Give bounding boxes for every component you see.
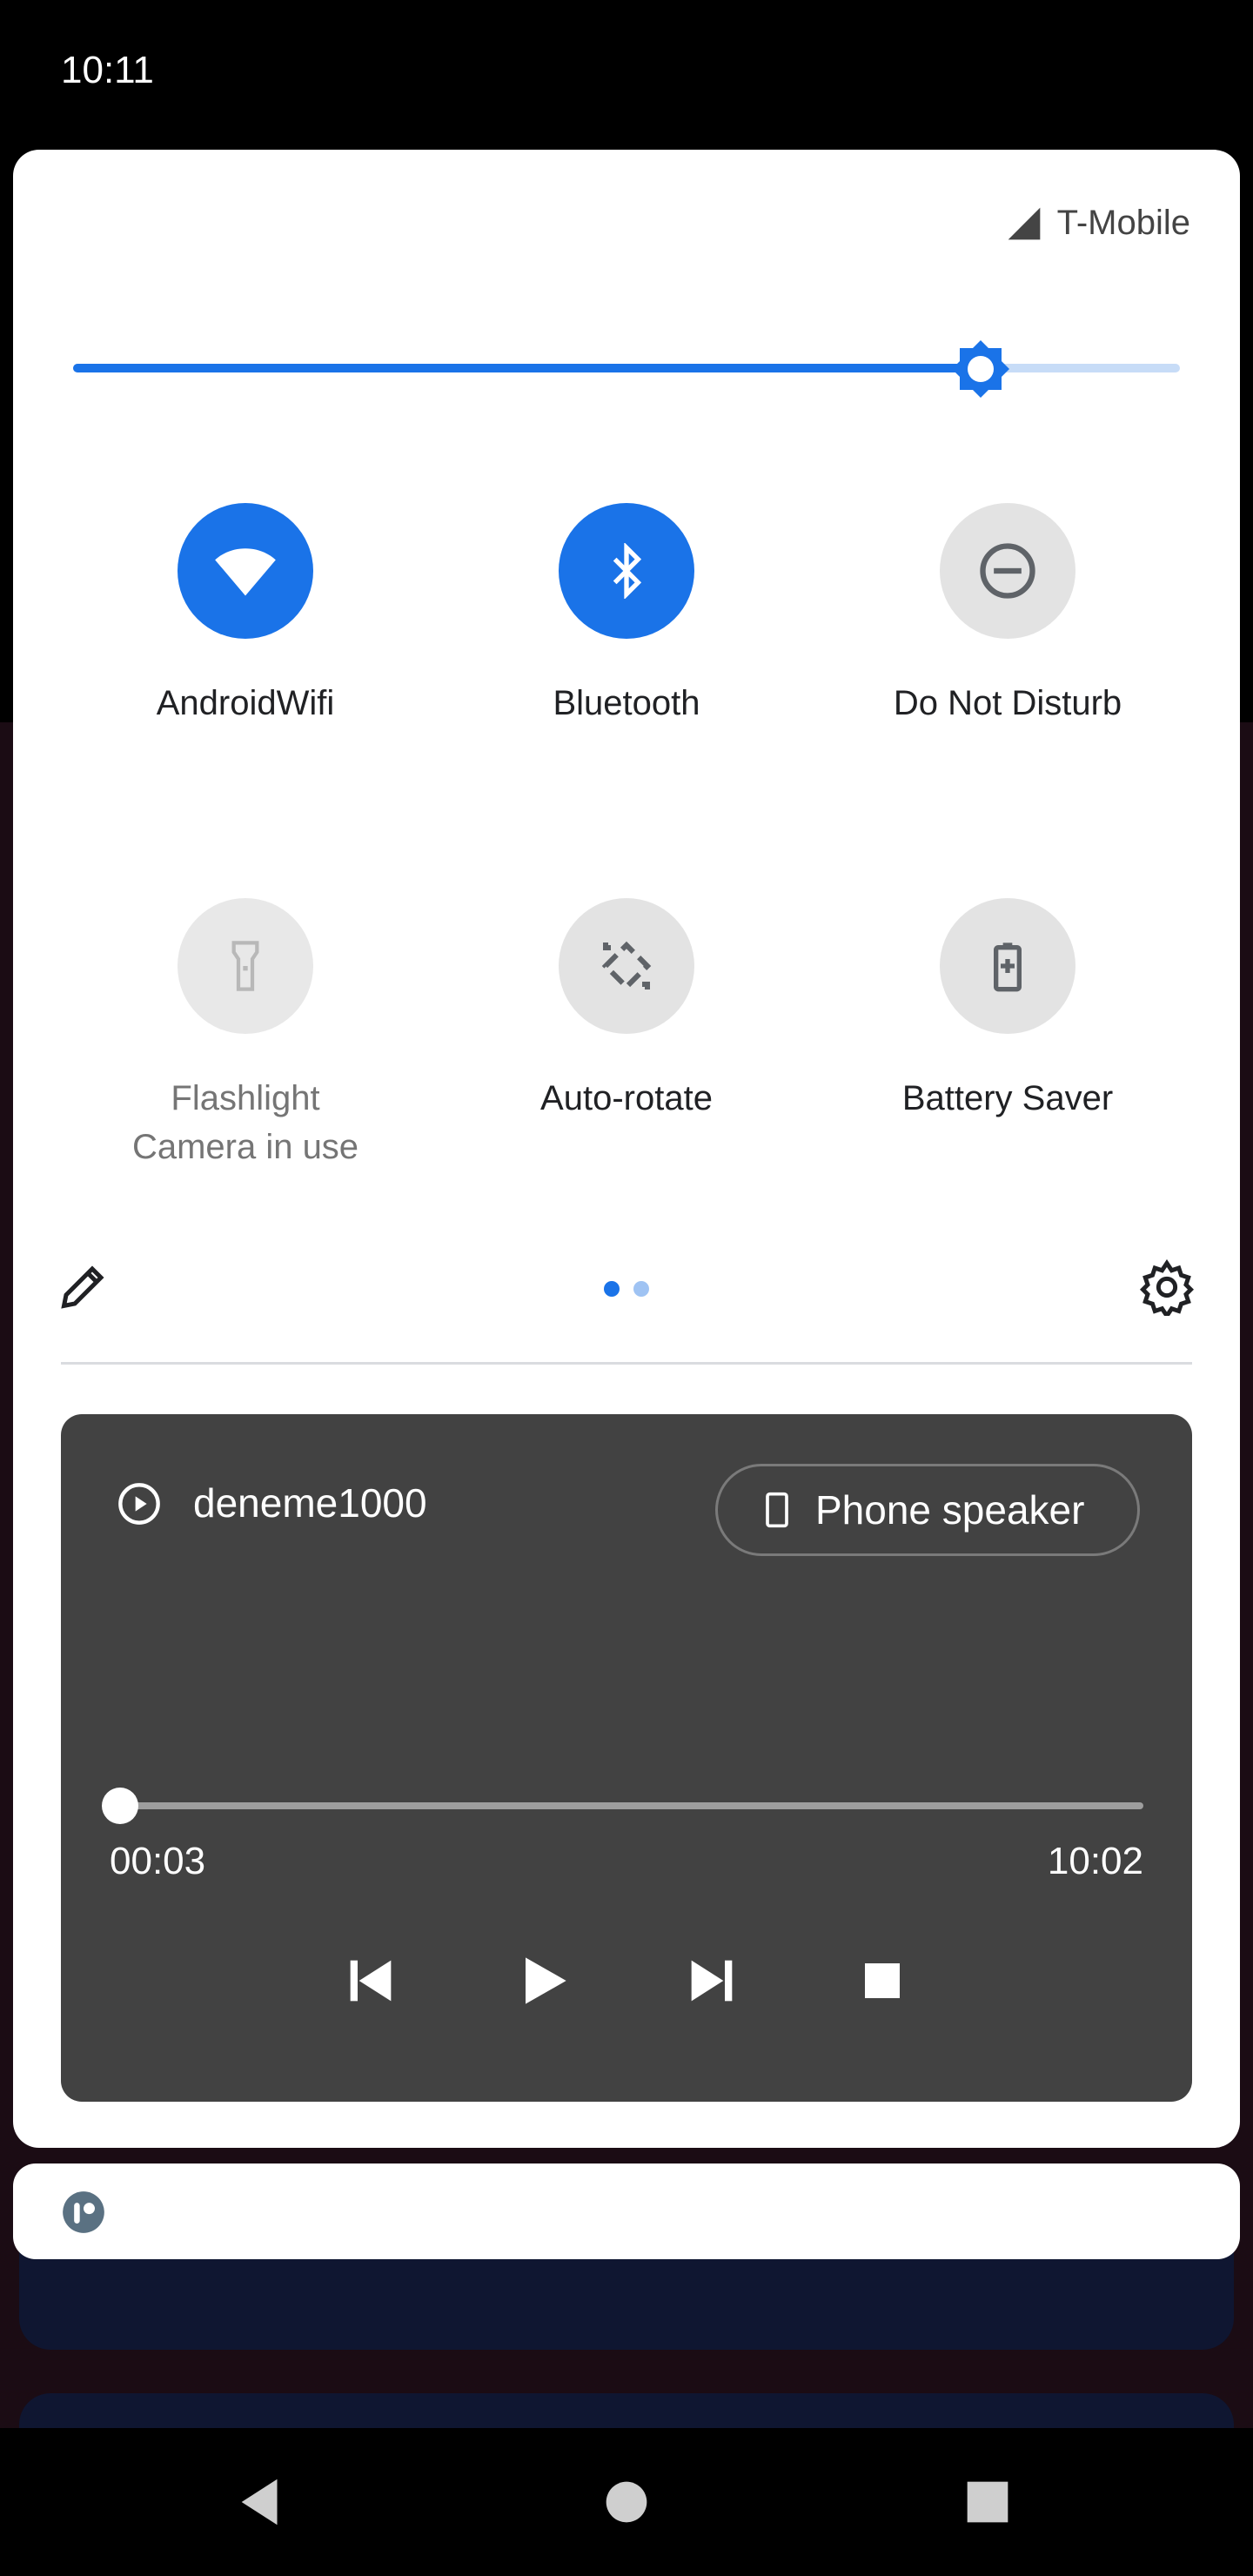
tile-label: Bluetooth [553, 684, 700, 722]
flashlight-tile-button[interactable] [178, 898, 313, 1034]
brightness-thumb[interactable] [949, 338, 1012, 400]
total-time: 10:02 [1047, 1840, 1143, 1882]
skip-previous-icon[interactable] [336, 1946, 405, 2016]
seek-bar[interactable] [115, 1802, 1143, 1809]
tile-flashlight[interactable]: Flashlight Camera in use [115, 898, 376, 1171]
gear-icon[interactable] [1138, 1258, 1196, 1316]
back-icon[interactable] [231, 2472, 292, 2532]
tile-auto-rotate[interactable]: Auto-rotate [496, 898, 757, 1123]
battery-saver-icon [994, 943, 1022, 992]
divider [61, 1362, 1192, 1365]
signal-icon [1008, 207, 1040, 239]
tile-bluetooth[interactable]: Bluetooth [496, 503, 757, 728]
auto-rotate-icon [601, 941, 652, 991]
notification-card[interactable] [13, 2163, 1240, 2259]
tile-do-not-disturb[interactable]: Do Not Disturb [877, 503, 1138, 728]
tile-label: AndroidWifi [156, 684, 335, 722]
seek-thumb[interactable] [101, 1788, 138, 1824]
wifi-tile-button[interactable] [178, 503, 313, 639]
app-notification-icon [63, 2191, 104, 2233]
carrier-name: T-Mobile [1056, 204, 1190, 242]
phone-icon [766, 1492, 788, 1528]
tile-label: Auto-rotate [540, 1079, 713, 1117]
bluetooth-tile-button[interactable] [559, 503, 694, 639]
bluetooth-icon [613, 543, 642, 599]
tile-sublabel: Camera in use [131, 1128, 359, 1166]
media-title: deneme1000 [193, 1480, 427, 1526]
battery-saver-tile-button[interactable] [940, 898, 1075, 1034]
tile-label: Battery Saver [901, 1079, 1114, 1117]
elapsed-time: 00:03 [110, 1840, 206, 1882]
carrier-info: T-Mobile [1005, 204, 1190, 243]
output-device-label: Phone speaker [815, 1487, 1085, 1533]
wifi-icon [215, 548, 276, 596]
tile-wifi[interactable]: AndroidWifi [115, 503, 376, 728]
edit-icon[interactable] [57, 1260, 110, 1312]
page-indicator-active [604, 1281, 620, 1297]
auto-rotate-tile-button[interactable] [559, 898, 694, 1034]
page-indicator-inactive [633, 1281, 649, 1297]
app-play-icon [118, 1483, 160, 1525]
status-time: 10:11 [61, 49, 154, 91]
skip-next-icon[interactable] [677, 1946, 747, 2016]
play-icon[interactable] [508, 1946, 578, 2016]
recents-icon[interactable] [957, 2472, 1018, 2532]
do-not-disturb-icon [980, 543, 1035, 599]
tile-label: Do Not Disturb [893, 684, 1122, 722]
brightness-fill [73, 364, 982, 372]
flashlight-icon [231, 941, 259, 991]
home-icon[interactable] [596, 2472, 657, 2532]
dnd-tile-button[interactable] [940, 503, 1075, 639]
output-device-chip[interactable]: Phone speaker [715, 1464, 1140, 1556]
tile-battery-saver[interactable]: Battery Saver [877, 898, 1138, 1123]
tile-label: Flashlight [171, 1079, 320, 1117]
stop-icon[interactable] [848, 1946, 917, 2016]
